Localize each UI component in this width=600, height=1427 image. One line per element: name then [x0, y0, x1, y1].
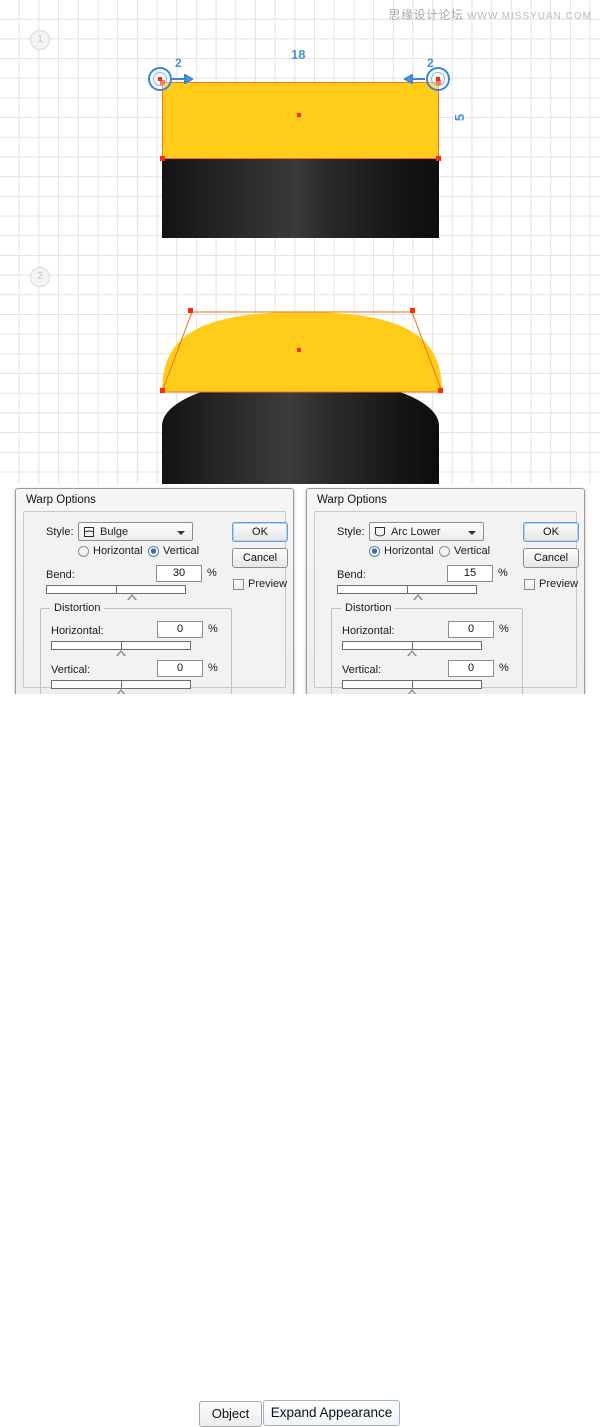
step-badge-2: 2: [30, 267, 50, 287]
anchor-point: [438, 388, 443, 393]
style-select[interactable]: Arc Lower: [369, 522, 484, 541]
distortion-horizontal-label: Horizontal:: [342, 625, 395, 637]
distortion-group: Distortion Horizontal: 0 % Vertical: 0 %: [331, 602, 523, 698]
distortion-group-label: Distortion: [341, 602, 396, 614]
ok-button[interactable]: OK: [232, 522, 288, 542]
dialog-panel: Style: Arc Lower Horizontal Vertical Ben…: [314, 511, 579, 698]
orientation-horizontal-label: Horizontal: [384, 545, 434, 557]
artboard-canvas[interactable]: 思缘设计论坛 WWW.MISSYUAN.COM 1 2 2 2 18 5: [0, 0, 600, 484]
watermark: 思缘设计论坛 WWW.MISSYUAN.COM: [389, 6, 592, 23]
right-handle-arrow-icon: [403, 74, 425, 84]
style-select-value: Bulge: [100, 526, 129, 538]
expand-appearance-button[interactable]: Expand Appearance: [263, 1400, 400, 1426]
ok-button[interactable]: OK: [523, 522, 579, 542]
slider-thumb[interactable]: [413, 594, 423, 600]
distortion-vertical-label: Vertical:: [51, 664, 91, 676]
slider-midpoint-tick: [412, 642, 413, 649]
cancel-button[interactable]: Cancel: [232, 548, 288, 568]
style-select-value: Arc Lower: [391, 526, 441, 538]
distortion-horizontal-label: Horizontal:: [51, 625, 104, 637]
slider-thumb[interactable]: [116, 650, 126, 656]
bottom-toolbar: Object Expand Appearance: [0, 694, 600, 1427]
cancel-button[interactable]: Cancel: [523, 548, 579, 568]
distortion-vertical-input[interactable]: 0: [157, 660, 203, 677]
style-label: Style:: [46, 526, 74, 538]
checkbox-indicator: [524, 579, 535, 590]
step1-yellow-rectangle[interactable]: [162, 82, 439, 159]
dialog-panel: Style: Bulge Horizontal Vertical Bend: 3…: [23, 511, 288, 698]
orientation-vertical-label: Vertical: [163, 545, 200, 557]
radio-indicator: [439, 546, 450, 557]
anchor-point: [436, 156, 441, 161]
bend-input[interactable]: 15: [447, 565, 493, 582]
chevron-down-icon[interactable]: [468, 531, 476, 535]
radio-indicator: [78, 546, 89, 557]
arc-lower-icon: [374, 526, 386, 538]
warp-options-dialog-left[interactable]: Warp Options Style: Bulge Horizontal Ver…: [15, 488, 294, 698]
anchor-point: [160, 388, 165, 393]
preview-label: Preview: [248, 578, 288, 590]
slider-thumb[interactable]: [127, 594, 137, 600]
checkbox-indicator: [233, 579, 244, 590]
distortion-horizontal-unit: %: [208, 623, 218, 635]
watermark-cn-text: 思缘设计论坛: [388, 8, 464, 22]
distortion-vertical-slider[interactable]: [51, 680, 191, 695]
style-label: Style:: [337, 526, 365, 538]
distortion-horizontal-slider[interactable]: [342, 641, 482, 656]
anchor-point: [160, 156, 165, 161]
radio-indicator: [148, 546, 159, 557]
distortion-vertical-unit: %: [499, 662, 509, 674]
step2-center-anchor-point: [297, 348, 301, 352]
left-handle-value-label: 2: [175, 56, 182, 70]
slider-midpoint-tick: [121, 642, 122, 649]
distortion-group-label: Distortion: [50, 602, 105, 614]
bend-unit: %: [207, 567, 217, 579]
dialog-title: Warp Options: [317, 494, 387, 506]
slider-midpoint-tick: [412, 681, 413, 688]
style-select[interactable]: Bulge: [78, 522, 193, 541]
orientation-horizontal-label: Horizontal: [93, 545, 143, 557]
anchor-point: [188, 308, 193, 313]
warp-options-dialog-right[interactable]: Warp Options Style: Arc Lower Horizontal…: [306, 488, 585, 698]
bend-label: Bend:: [46, 569, 75, 581]
distortion-vertical-input[interactable]: 0: [448, 660, 494, 677]
step-badge-1: 1: [30, 30, 50, 50]
bend-input[interactable]: 30: [156, 565, 202, 582]
distortion-vertical-unit: %: [208, 662, 218, 674]
distortion-horizontal-input[interactable]: 0: [157, 621, 203, 638]
side-dimension-label: 5: [452, 113, 468, 122]
bend-label: Bend:: [337, 569, 366, 581]
step1-center-anchor-point: [297, 113, 301, 117]
radio-indicator: [369, 546, 380, 557]
distortion-vertical-label: Vertical:: [342, 664, 382, 676]
distortion-horizontal-input[interactable]: 0: [448, 621, 494, 638]
bend-slider[interactable]: [337, 585, 477, 600]
watermark-url-text: WWW.MISSYUAN.COM: [467, 11, 592, 22]
distortion-group: Distortion Horizontal: 0 % Vertical: 0 %: [40, 602, 232, 698]
bend-slider[interactable]: [46, 585, 186, 600]
slider-thumb[interactable]: [407, 650, 417, 656]
slider-midpoint-tick: [407, 586, 408, 593]
distortion-horizontal-unit: %: [499, 623, 509, 635]
right-handle-value-label: 2: [427, 56, 434, 70]
right-handle-center-dot: [436, 77, 440, 81]
distortion-horizontal-slider[interactable]: [51, 641, 191, 656]
preview-label: Preview: [539, 578, 579, 590]
left-handle-arrow-icon: [172, 74, 194, 84]
slider-midpoint-tick: [116, 586, 117, 593]
distortion-vertical-slider[interactable]: [342, 680, 482, 695]
step1-dark-rectangle[interactable]: [162, 158, 439, 238]
width-dimension-label: 18: [291, 47, 306, 62]
left-handle-center-dot: [158, 77, 162, 81]
bend-unit: %: [498, 567, 508, 579]
chevron-down-icon[interactable]: [177, 531, 185, 535]
step2-path-outline: [161, 311, 443, 393]
dialog-title: Warp Options: [26, 494, 96, 506]
orientation-vertical-label: Vertical: [454, 545, 491, 557]
slider-midpoint-tick: [121, 681, 122, 688]
object-menu-button[interactable]: Object: [199, 1401, 262, 1427]
anchor-point: [410, 308, 415, 313]
bulge-icon: [83, 526, 95, 538]
